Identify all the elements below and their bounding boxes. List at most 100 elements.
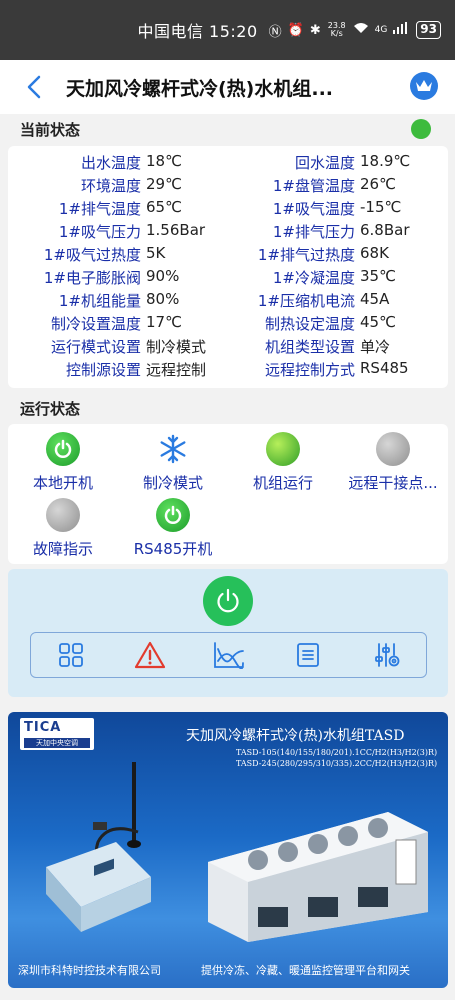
vip-button[interactable] <box>410 72 438 100</box>
param-value: 68K <box>360 244 389 262</box>
run-item-label: 本地开机 <box>32 474 93 492</box>
run-item-label: RS485开机 <box>133 540 213 558</box>
param-label: 1#排气过热度 <box>257 246 355 264</box>
param-label: 控制源设置 <box>65 361 141 379</box>
param-label: 1#吸气压力 <box>58 223 141 241</box>
current-status-title: 当前状态 <box>20 121 81 139</box>
status-bar: 中国电信 15:20 Ⓝ ⏰ ✱ 23.8 K/s 4G 93 <box>0 0 455 60</box>
param-row: 运行模式设置 制冷模式 机组类型设置 单冷 <box>8 336 448 359</box>
param-value: 26℃ <box>360 175 396 193</box>
carrier-time: 中国电信 15:20 <box>137 22 258 41</box>
run-item-rs485-power[interactable]: RS485开机 <box>118 498 228 559</box>
nfc-icon: Ⓝ <box>268 24 282 40</box>
overview-button[interactable] <box>51 637 91 673</box>
run-item-label: 制冷模式 <box>142 474 203 492</box>
param-label: 1#冷凝温度 <box>272 269 355 287</box>
param-row: 环境温度 29℃ 1#盘管温度 26℃ <box>8 175 448 198</box>
run-item-label: 远程干接点... <box>348 474 438 492</box>
brand-subtitle: 天加中央空调 <box>24 738 90 748</box>
function-toolbar <box>30 632 427 678</box>
chiller-unit-icon <box>208 812 428 942</box>
param-value: 29℃ <box>146 175 182 193</box>
banner-model-line: TASD-105(140/155/180/201).1CC/H2(H3/H2(3… <box>236 748 438 757</box>
param-label: 1#排气压力 <box>272 223 355 241</box>
param-label: 运行模式设置 <box>50 338 141 356</box>
power-icon <box>217 588 239 613</box>
banner-footer-service: 提供冷冻、冷藏、暖通监控管理平台和网关 <box>201 964 410 977</box>
param-value: 1.56Bar <box>146 221 206 239</box>
param-value: 80% <box>146 290 180 308</box>
parameter-card: 出水温度 18℃ 回水温度 18.9℃ 环境温度 29℃ 1#盘管温度 26℃ … <box>8 146 448 388</box>
param-value: 单冷 <box>360 338 391 356</box>
param-row: 出水温度 18℃ 回水温度 18.9℃ <box>8 152 448 175</box>
settings-sliders-icon <box>374 643 399 667</box>
signal-icon <box>393 22 408 38</box>
chart-icon <box>213 642 244 669</box>
run-item-unit-running[interactable]: 机组运行 <box>228 432 338 493</box>
param-row: 制冷设置温度 17℃ 制热设定温度 45℃ <box>8 313 448 336</box>
param-value: 35℃ <box>360 267 396 285</box>
warning-icon <box>134 641 165 669</box>
param-label: 1#吸气温度 <box>272 200 355 218</box>
gateway-device-icon <box>46 842 151 932</box>
param-value: 18℃ <box>146 152 182 170</box>
param-row: 1#吸气压力 1.56Bar 1#排气压力 6.8Bar <box>8 221 448 244</box>
param-value: 90% <box>146 267 180 285</box>
param-label: 1#压缩机电流 <box>257 292 355 310</box>
param-value: 6.8Bar <box>360 221 410 239</box>
run-status-card: 本地开机 制冷模式 机组运行 远程干接点... 故障指示 RS485开机 <box>8 424 448 564</box>
power-button[interactable] <box>203 576 253 626</box>
param-label: 远程控制方式 <box>264 361 355 379</box>
param-label: 回水温度 <box>294 154 355 172</box>
param-row: 控制源设置 远程控制 远程控制方式 RS485 <box>8 359 448 382</box>
run-item-fault-indicator[interactable]: 故障指示 <box>8 498 118 559</box>
param-value: -15℃ <box>360 198 402 216</box>
param-label: 1#盘管温度 <box>272 177 355 195</box>
net-speed-unit: K/s <box>330 29 343 38</box>
bluetooth-icon: ✱ <box>309 22 321 38</box>
power-green-icon <box>156 498 190 532</box>
param-row: 1#机组能量 80% 1#压缩机电流 45A <box>8 290 448 313</box>
run-item-local-power[interactable]: 本地开机 <box>8 432 118 493</box>
gray-ball-icon <box>46 498 80 532</box>
power-green-icon <box>46 432 80 466</box>
chevron-left-icon <box>27 75 41 99</box>
param-value: 制冷模式 <box>146 338 207 356</box>
param-label: 出水温度 <box>80 154 141 172</box>
run-item-label: 机组运行 <box>252 474 313 492</box>
brand-logo: TICA 天加中央空调 <box>20 718 94 750</box>
param-label: 制热设定温度 <box>264 315 355 333</box>
back-button[interactable] <box>14 60 54 114</box>
param-label: 环境温度 <box>80 177 141 195</box>
param-label: 1#机组能量 <box>58 292 141 310</box>
wifi-icon <box>353 22 369 38</box>
param-value: 5K <box>146 244 166 262</box>
settings-button[interactable] <box>367 637 407 673</box>
param-value: 45A <box>360 290 390 308</box>
online-status-indicator <box>411 119 431 139</box>
param-label: 1#排气温度 <box>58 200 141 218</box>
gray-ball-icon <box>376 432 410 466</box>
param-label: 制冷设置温度 <box>50 315 141 333</box>
run-item-cooling-mode[interactable]: 制冷模式 <box>118 432 228 493</box>
param-row: 1#电子膨胀阀 90% 1#冷凝温度 35℃ <box>8 267 448 290</box>
brand-name: TICA <box>24 720 62 735</box>
banner-footer-company: 深圳市科特时控技术有限公司 <box>18 964 161 977</box>
page-title: 天加风冷螺杆式冷(热)水机组... <box>66 77 334 100</box>
param-label: 1#吸气过热度 <box>43 246 141 264</box>
param-label: 机组类型设置 <box>264 338 355 356</box>
run-status-title: 运行状态 <box>20 400 81 418</box>
list-icon <box>296 643 319 667</box>
records-button[interactable] <box>288 637 328 673</box>
param-value: 18.9℃ <box>360 152 411 170</box>
trend-chart-button[interactable] <box>209 637 249 673</box>
network-label: 4G <box>374 25 388 35</box>
param-value: 17℃ <box>146 313 182 331</box>
param-value: 45℃ <box>360 313 396 331</box>
run-item-remote-dry-contact[interactable]: 远程干接点... <box>338 432 448 493</box>
promo-banner[interactable]: TICA 天加中央空调 天加风冷螺杆式冷(热)水机组TASD TASD-105(… <box>8 712 448 988</box>
param-label: 1#电子膨胀阀 <box>43 269 141 287</box>
snowflake-icon <box>156 432 190 466</box>
alarm-button[interactable] <box>130 637 170 673</box>
app-header: 天加风冷螺杆式冷(热)水机组... <box>0 60 455 114</box>
